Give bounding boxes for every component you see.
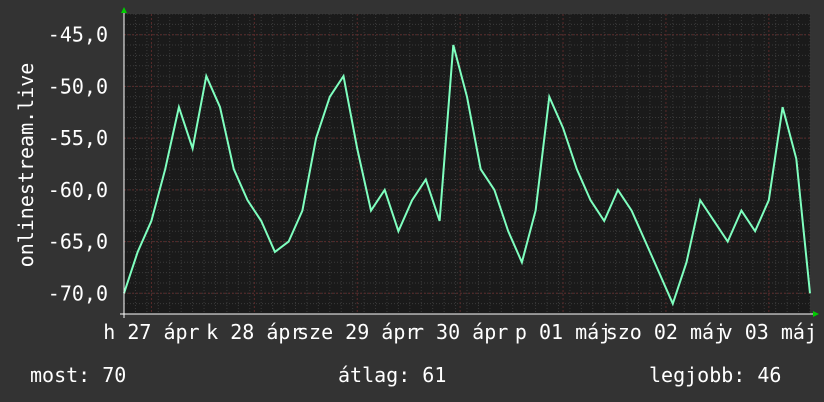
y-tick-label: -65,0 — [48, 230, 108, 254]
y-tick-label: -60,0 — [48, 178, 108, 202]
y-tick-labels: -45,0 -50,0 -55,0 -60,0 -65,0 -70,0 — [48, 23, 108, 306]
y-tick-label: -70,0 — [48, 281, 108, 305]
legend-best: legjobb: 46 — [649, 363, 782, 387]
x-tick-label: v 03 máj — [721, 320, 817, 344]
x-tick-label: h 27 ápr — [103, 320, 199, 344]
y-tick-label: -55,0 — [48, 126, 108, 150]
x-tick-label: k 28 ápr — [206, 320, 302, 344]
y-tick-label: -50,0 — [48, 74, 108, 98]
x-tick-label: sze 29 ápr — [297, 320, 417, 344]
chart: -45,0 -50,0 -55,0 -60,0 -65,0 -70,0 h 27 ápr k… — [48, 7, 819, 344]
x-tick-label: szo 02 máj — [606, 320, 726, 344]
x-tick-labels: h 27 ápr k 28 áprsze 29 áprr 30 ápr p 01 m… — [103, 320, 817, 344]
y-axis-label: onlinestream.live — [14, 62, 38, 268]
legend-current: most: 70 — [30, 363, 127, 387]
x-axis-arrow — [813, 311, 819, 317]
grid — [123, 13, 811, 315]
y-axis-arrow — [121, 7, 127, 13]
y-tick-label: -45,0 — [48, 23, 108, 47]
x-tick-label: p 01 máj — [515, 320, 611, 344]
legend-average: átlag: 61 — [338, 363, 447, 387]
x-tick-label: r 30 ápr — [412, 320, 508, 344]
